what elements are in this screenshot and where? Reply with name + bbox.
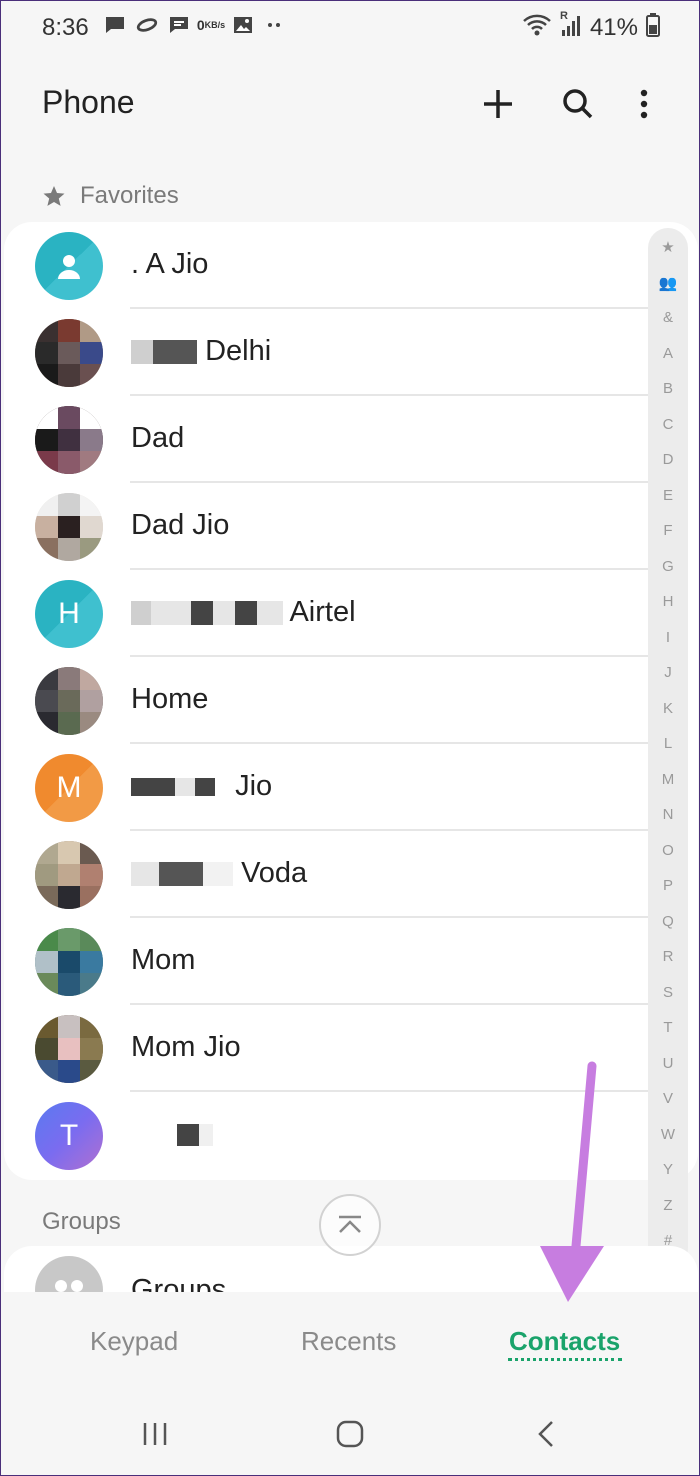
annotation-arrow xyxy=(540,1061,604,1302)
